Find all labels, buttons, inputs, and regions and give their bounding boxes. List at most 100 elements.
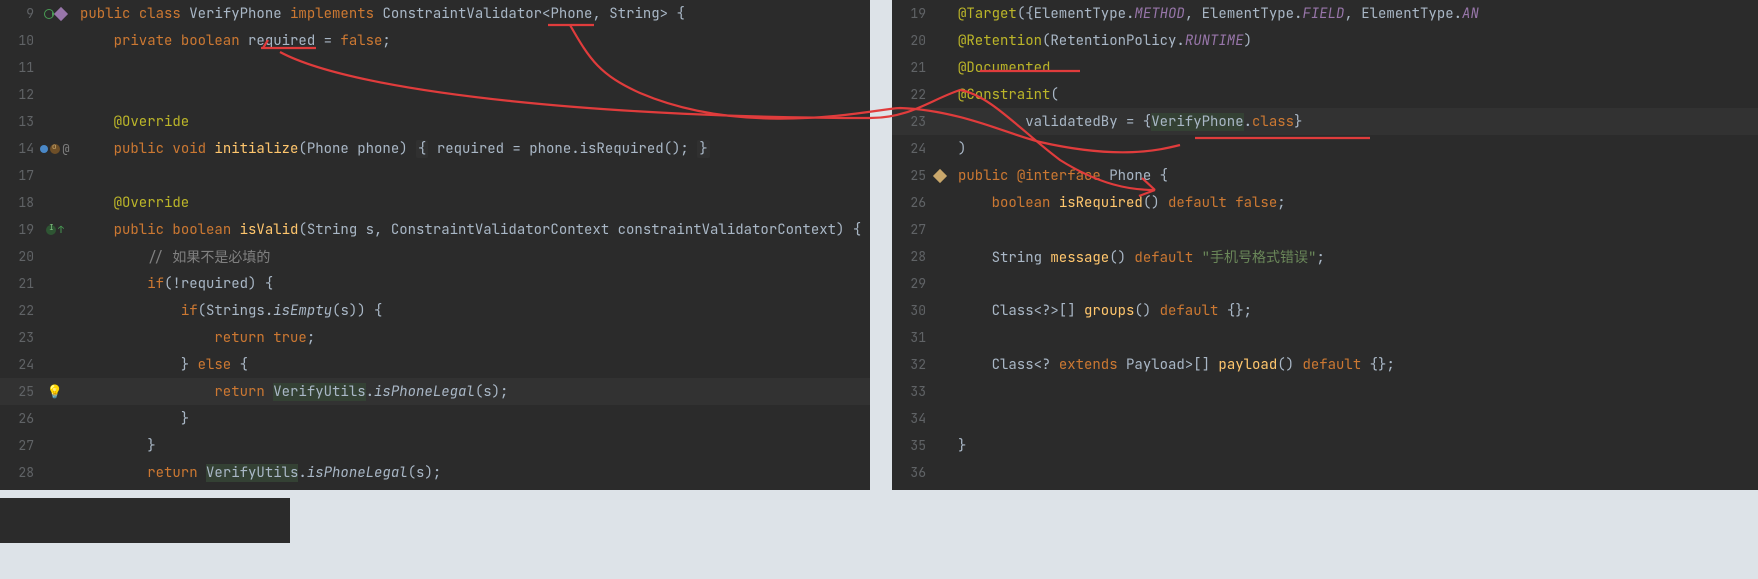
code-line[interactable]: 29	[892, 270, 1758, 297]
code-line[interactable]: 24 } else {	[0, 351, 870, 378]
gutter[interactable]: @	[34, 141, 76, 157]
line-number: 27	[892, 221, 926, 238]
code-text[interactable]: Class<?>[] groups() default {};	[954, 302, 1252, 320]
line-number: 22	[0, 302, 34, 319]
gutter[interactable]: ↑	[34, 223, 76, 236]
line-number: 18	[0, 194, 34, 211]
code-line[interactable]: 19 @Target({ElementType.METHOD, ElementTy…	[892, 0, 1758, 27]
line-number: 23	[0, 329, 34, 346]
code-text[interactable]: if(!required) {	[76, 275, 273, 293]
code-line[interactable]: 25💡 return VerifyUtils.isPhoneLegal(s);	[0, 378, 870, 405]
code-line[interactable]: 36	[892, 459, 1758, 486]
code-line[interactable]: 23 return true;	[0, 324, 870, 351]
gutter[interactable]	[926, 171, 954, 181]
code-line[interactable]: 9 public class VerifyPhone implements Con…	[0, 0, 870, 27]
code-line[interactable]: 22 if(Strings.isEmpty(s)) {	[0, 297, 870, 324]
code-line[interactable]: 22 @Constraint(	[892, 81, 1758, 108]
code-line[interactable]: 20 // 如果不是必填的	[0, 243, 870, 270]
code-line[interactable]: 18 @Override	[0, 189, 870, 216]
gutter[interactable]: 💡	[34, 383, 76, 400]
code-text[interactable]: }	[76, 437, 156, 455]
code-line[interactable]: 31	[892, 324, 1758, 351]
code-text[interactable]: public void initialize(Phone phone) { re…	[76, 140, 710, 158]
code-line[interactable]: 33	[892, 378, 1758, 405]
code-text[interactable]: @Documented	[954, 59, 1050, 77]
code-line[interactable]: 27 }	[0, 432, 870, 459]
code-line[interactable]: 20 @Retention(RetentionPolicy.RUNTIME)	[892, 27, 1758, 54]
code-text[interactable]: return true;	[76, 329, 315, 347]
line-number: 24	[892, 140, 926, 157]
code-text[interactable]: // 如果不是必填的	[76, 247, 270, 267]
class-icon	[54, 6, 68, 20]
breakpoint-icon[interactable]	[40, 145, 48, 153]
line-number: 30	[892, 302, 926, 319]
line-number: 36	[892, 464, 926, 481]
code-line[interactable]: 35}	[892, 432, 1758, 459]
code-text[interactable]: String message() default "手机号格式错误";	[954, 247, 1325, 267]
line-number: 34	[892, 410, 926, 427]
code-text[interactable]: @Retention(RetentionPolicy.RUNTIME)	[954, 32, 1252, 50]
code-text[interactable]: @Target({ElementType.METHOD, ElementType…	[954, 5, 1479, 23]
code-line[interactable]: 17	[0, 162, 870, 189]
code-line[interactable]: 21 if(!required) {	[0, 270, 870, 297]
line-number: 19	[892, 5, 926, 22]
code-text[interactable]: @Override	[76, 194, 189, 212]
code-line[interactable]: 26 boolean isRequired() default false;	[892, 189, 1758, 216]
code-line[interactable]: 27	[892, 216, 1758, 243]
code-line[interactable]: 13 @Override	[0, 108, 870, 135]
line-number: 9	[0, 5, 34, 22]
line-number: 35	[892, 437, 926, 454]
up-arrow-icon[interactable]: ↑	[58, 223, 64, 236]
code-line[interactable]: 21 @Documented	[892, 54, 1758, 81]
code-text[interactable]: public @interface Phone {	[954, 167, 1168, 185]
left-editor-panel[interactable]: 9 public class VerifyPhone implements Con…	[0, 0, 870, 490]
code-line[interactable]: 23 validatedBy = {VerifyPhone.class}	[892, 108, 1758, 135]
code-text[interactable]: } else {	[76, 356, 248, 374]
gutter[interactable]	[34, 9, 76, 19]
line-number: 28	[0, 464, 34, 481]
code-line[interactable]: 29 }	[0, 486, 870, 490]
code-line[interactable]: 34	[892, 405, 1758, 432]
code-line[interactable]: 26 }	[0, 405, 870, 432]
code-text[interactable]: boolean isRequired() default false;	[954, 194, 1286, 212]
line-number: 21	[0, 275, 34, 292]
line-number: 22	[892, 86, 926, 103]
code-text[interactable]: private boolean required = false;	[76, 32, 391, 50]
line-number: 21	[892, 59, 926, 76]
code-line[interactable]: 24)	[892, 135, 1758, 162]
code-line[interactable]: 28 return VerifyUtils.isPhoneLegal(s);	[0, 459, 870, 486]
code-line[interactable]: 25 public @interface Phone {	[892, 162, 1758, 189]
code-text[interactable]: }	[954, 437, 966, 455]
code-line[interactable]: 10 private boolean required = false;	[0, 27, 870, 54]
code-text[interactable]: )	[954, 140, 966, 158]
code-text[interactable]: return VerifyUtils.isPhoneLegal(s);	[76, 383, 508, 401]
code-line[interactable]: 30 Class<?>[] groups() default {};	[892, 297, 1758, 324]
code-line[interactable]: 28 String message() default "手机号格式错误";	[892, 243, 1758, 270]
line-number: 25	[892, 167, 926, 184]
implements-method-icon[interactable]	[46, 225, 56, 235]
right-editor-panel[interactable]: 19 @Target({ElementType.METHOD, ElementTy…	[892, 0, 1758, 490]
line-number: 28	[892, 248, 926, 265]
line-number: 32	[892, 356, 926, 373]
code-text[interactable]: return VerifyUtils.isPhoneLegal(s);	[76, 464, 441, 482]
code-text[interactable]: public boolean isValid(String s, Constra…	[76, 221, 861, 239]
line-number: 20	[892, 32, 926, 49]
code-line[interactable]: 14@ public void initialize(Phone phone) …	[0, 135, 870, 162]
code-text[interactable]: validatedBy = {VerifyPhone.class}	[954, 113, 1302, 131]
code-text[interactable]: Class<? extends Payload>[] payload() def…	[954, 356, 1395, 374]
line-number: 17	[0, 167, 34, 184]
code-text[interactable]: }	[76, 410, 189, 428]
bulb-icon[interactable]: 💡	[47, 383, 63, 400]
code-line[interactable]: 19↑ public boolean isValid(String s, Con…	[0, 216, 870, 243]
override-icon[interactable]	[50, 144, 60, 154]
code-line[interactable]: 12	[0, 81, 870, 108]
line-number: 29	[892, 275, 926, 292]
code-text[interactable]: public class VerifyPhone implements Cons…	[76, 5, 685, 23]
code-text[interactable]: if(Strings.isEmpty(s)) {	[76, 302, 382, 320]
bottom-panel	[0, 498, 290, 543]
code-text[interactable]: @Constraint(	[954, 86, 1059, 104]
code-line[interactable]: 11	[0, 54, 870, 81]
line-number: 26	[892, 194, 926, 211]
code-line[interactable]: 32 Class<? extends Payload>[] payload() …	[892, 351, 1758, 378]
code-text[interactable]: @Override	[76, 113, 189, 131]
